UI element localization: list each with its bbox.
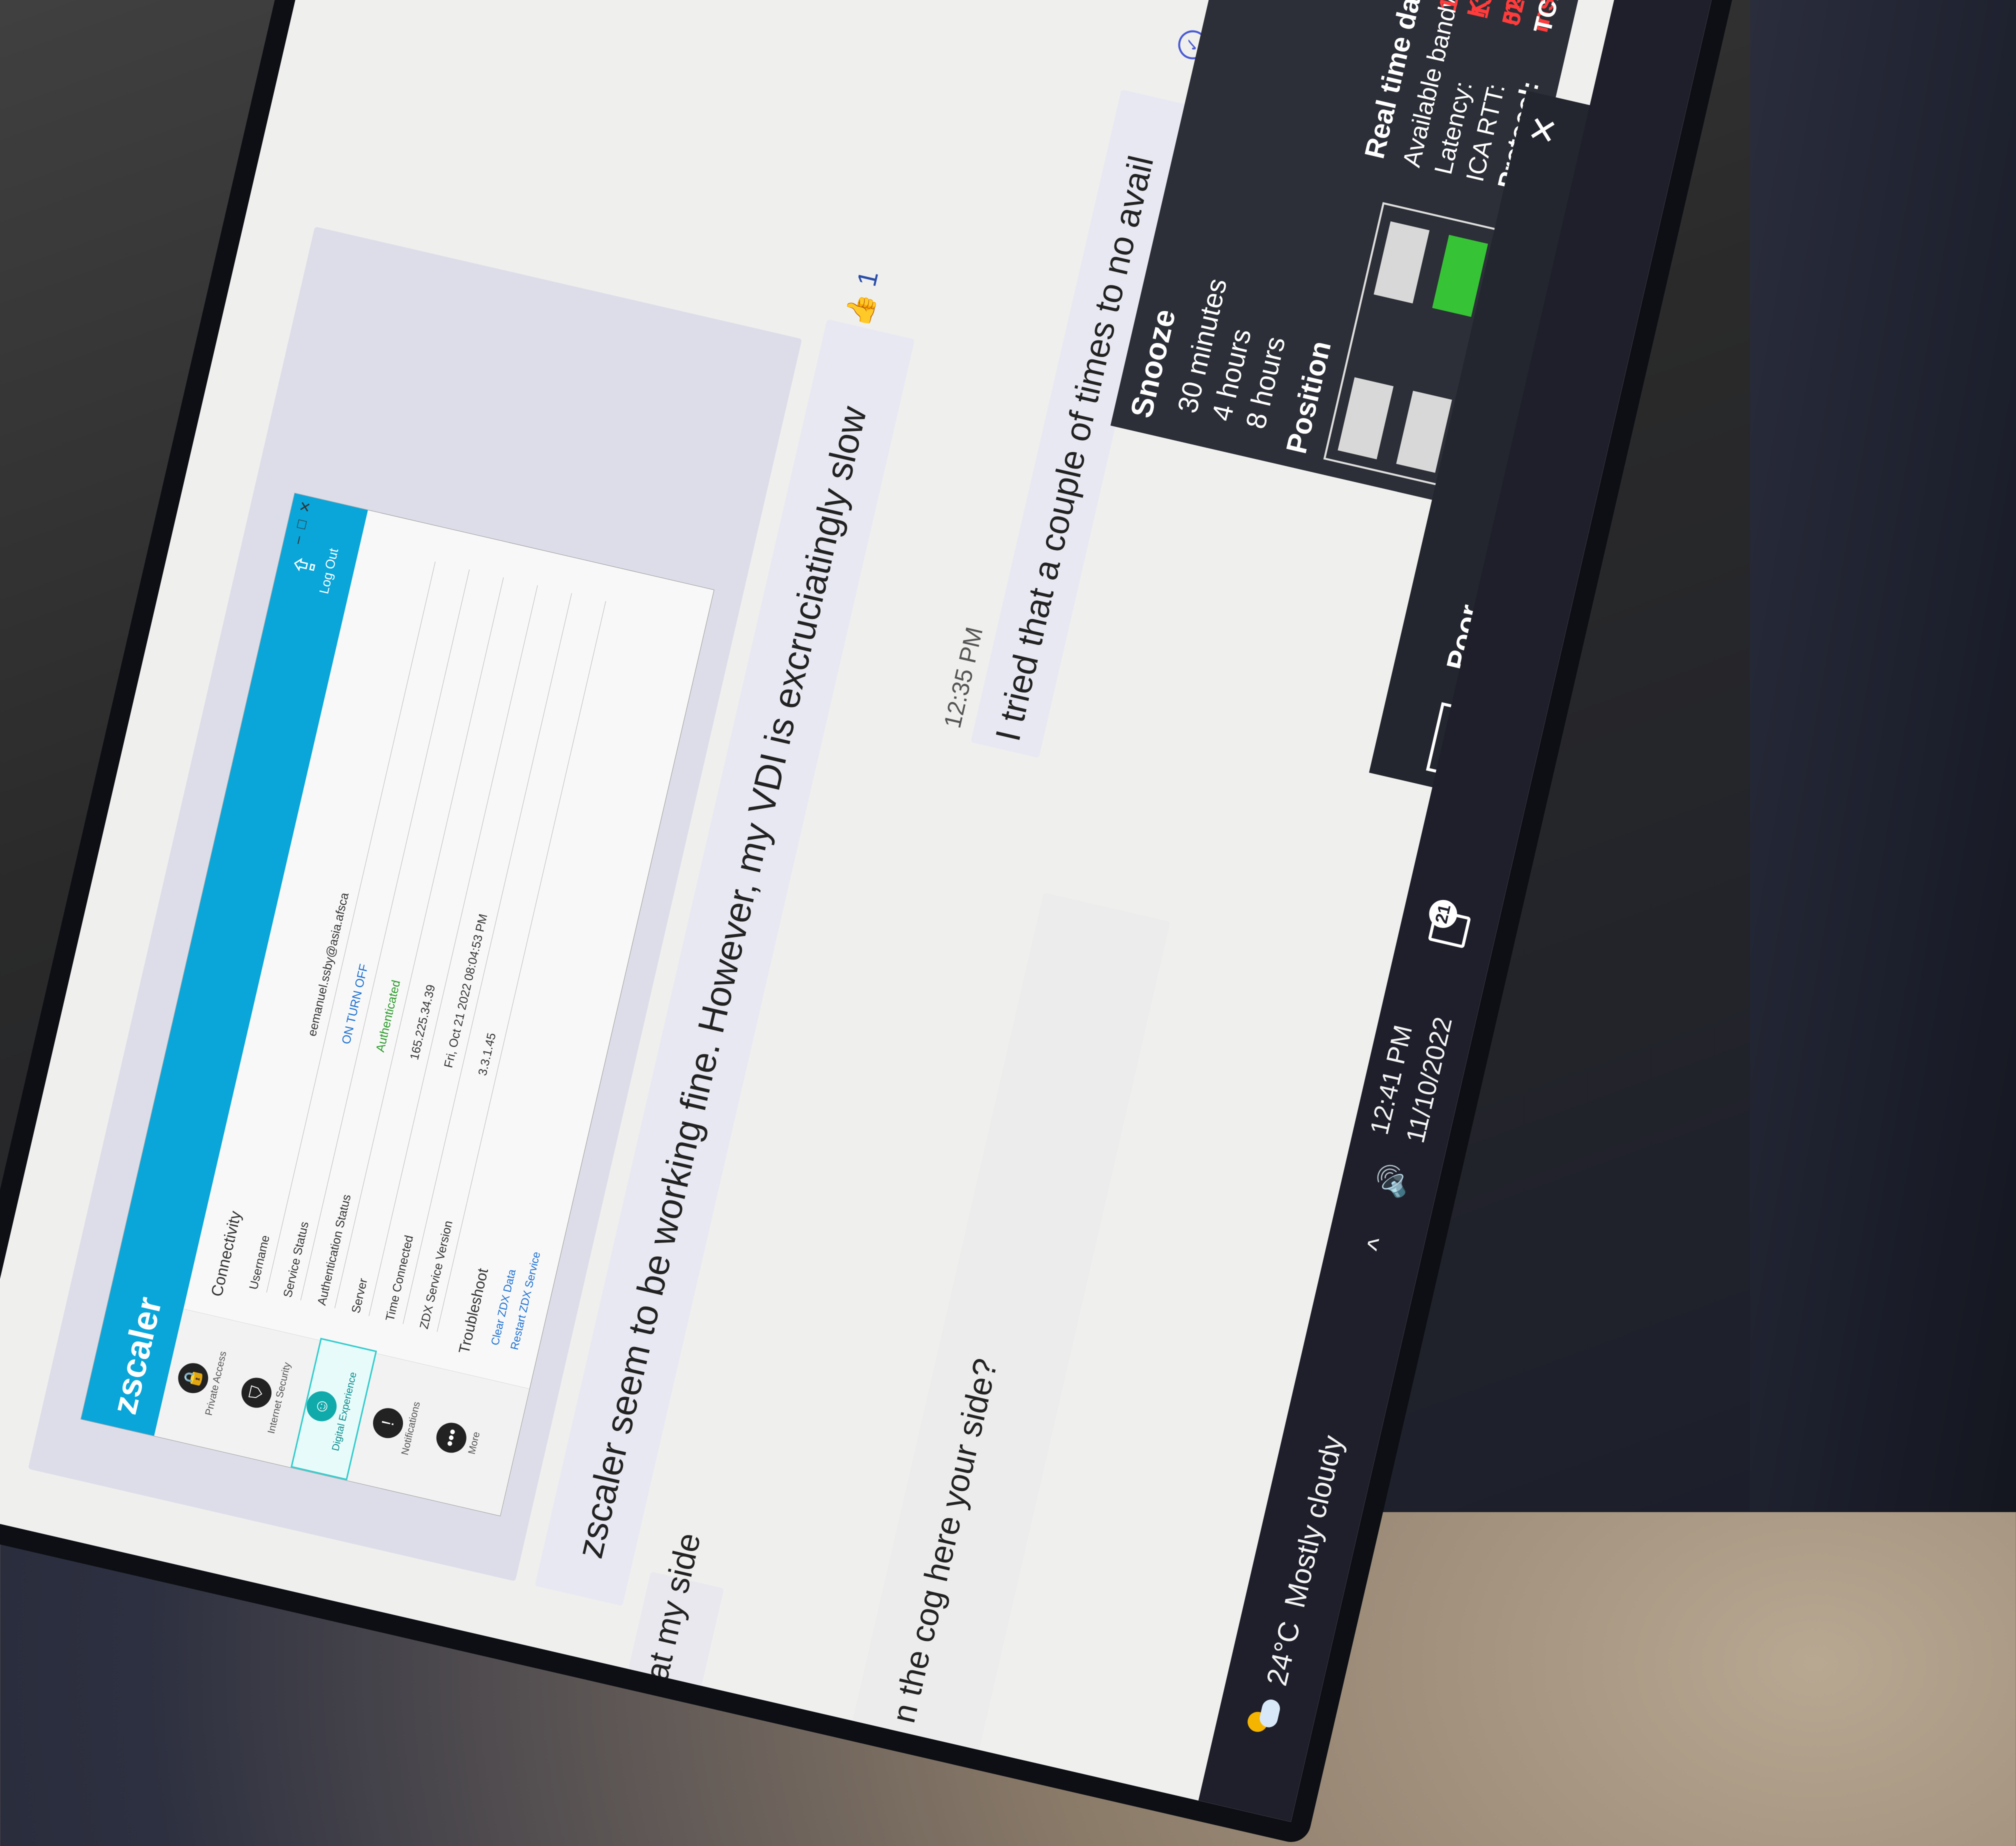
weather-temperature[interactable]: 24°C (1260, 1618, 1307, 1689)
rt-value-protocol: TCP (1528, 0, 1567, 36)
logout-button[interactable]: ⇪ Log Out (284, 540, 342, 596)
info-key: Server (349, 1277, 370, 1315)
info-value: Authenticated (374, 978, 404, 1054)
restart-zdx-service-link[interactable]: Restart ZDX Service (508, 1250, 543, 1351)
more-icon: ••• (433, 1420, 470, 1456)
info-value: 165.225.34.39 (408, 983, 438, 1062)
weather-description[interactable]: Mostly cloudy (1278, 1432, 1350, 1611)
chat-area: zscaler ⇪ Log Out – □ ✕ 🔒 Private Access (0, 0, 1678, 1822)
chevron-up-icon[interactable]: ^ (1360, 1235, 1394, 1255)
nav-label: Notifications (399, 1400, 422, 1456)
zscaler-logo: zscaler (104, 1293, 170, 1418)
lock-icon: 🔒 (175, 1360, 212, 1396)
laptop-body (1750, 0, 2016, 1512)
info-key: Time Connected (383, 1234, 416, 1322)
nav-label: More (466, 1430, 482, 1456)
laptop-screen-bezel: zscaler ⇪ Log Out – □ ✕ 🔒 Private Access (0, 0, 1756, 1846)
cloud-shape (1258, 1698, 1282, 1730)
window-controls[interactable]: – □ ✕ (289, 500, 315, 546)
screen: zscaler ⇪ Log Out – □ ✕ 🔒 Private Access (0, 0, 1732, 1822)
position-top-left[interactable] (1338, 377, 1394, 460)
info-key: Service Status (280, 1220, 312, 1299)
service-toggle[interactable]: ON TURN OFF (340, 963, 372, 1046)
reaction-thumbs-up[interactable]: 👍 1 (842, 268, 886, 330)
connectivity-heading: Connectivity (207, 1209, 245, 1298)
shield-icon: ⛉ (238, 1374, 274, 1411)
troubleshoot-heading: Troubleshoot (456, 1266, 492, 1356)
close-icon[interactable]: ✕ (1520, 111, 1566, 149)
user-icon: ☺ (304, 1388, 340, 1424)
chat-message (852, 892, 1170, 1750)
position-top-right[interactable] (1374, 221, 1430, 304)
speaker-icon[interactable]: 🔊 (1372, 1160, 1412, 1202)
info-key: Username (246, 1234, 272, 1291)
alert-icon: ! (370, 1405, 406, 1442)
message-text: I tried that a couple of times to no ava… (988, 152, 1161, 745)
info-value: 3.3.1.45 (476, 1032, 499, 1077)
weather-cloud-icon[interactable] (1246, 1696, 1288, 1738)
notification-center-icon[interactable]: 21 (1423, 895, 1477, 949)
